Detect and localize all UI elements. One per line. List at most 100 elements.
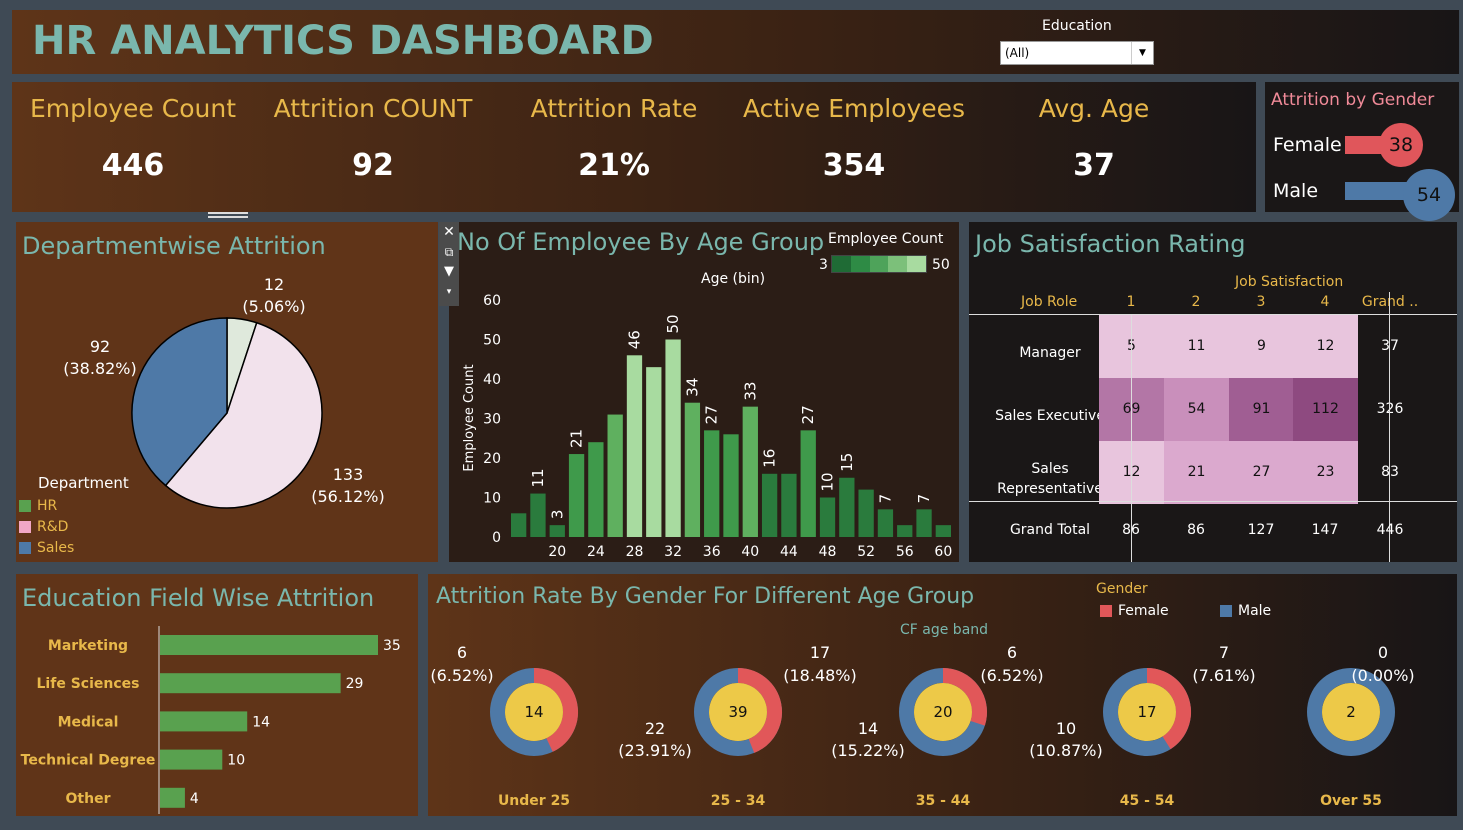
education-bar[interactable] [160,635,378,655]
column-header: 1 [1126,294,1136,310]
age-bar[interactable] [742,406,758,537]
kpi-label: Active Employees [742,94,966,123]
heatmap-cell[interactable]: 112 [1293,378,1358,441]
heatmap-cell[interactable]: 11 [1164,315,1229,378]
heatmap-cell[interactable]: 21 [1164,441,1229,504]
x-tick: 60 [934,544,952,560]
category-label: Life Sciences [37,676,140,692]
dropdown-icon[interactable]: ▾ [439,282,459,302]
kpi-label: Employee Count [29,94,236,123]
x-tick: 56 [896,544,914,560]
bar-data-label: 34 [683,378,701,397]
bar-data-label: 21 [568,429,586,448]
x-tick: 28 [626,544,644,560]
age-bar[interactable] [839,477,855,537]
legend-label: HR [37,498,58,514]
age-bar[interactable] [665,339,681,538]
y-axis-title: Employee Count [462,364,477,471]
age-bar[interactable] [877,509,894,537]
female-pct-label: (6.52%) [980,666,1043,685]
close-icon[interactable]: ✕ [439,222,459,242]
age-bar[interactable] [723,434,739,537]
kpi-label: Attrition Rate [530,94,698,123]
legend-label: R&D [37,519,69,535]
female-pct-label: (6.52%) [430,666,493,685]
department-legend-title: Department [38,474,129,492]
male-count-label: 22 [645,719,665,738]
age-bar[interactable] [511,513,527,537]
heatmap-cell[interactable]: 27 [1229,441,1294,504]
gender-attrition-panel: Attrition by Gender Female 38 Male 54 [1265,82,1459,221]
chevron-down-icon[interactable]: ▼ [1131,42,1153,64]
page-title: HR ANALYTICS DASHBOARD [32,18,654,64]
gender-label: Male [1273,180,1319,202]
age-bar[interactable] [684,402,701,537]
donut-total: 2 [1346,703,1356,721]
gender-attrition-title: Attrition by Gender [1271,90,1435,110]
age-bar[interactable] [897,525,913,537]
heatmap-cell[interactable]: 9 [1229,315,1294,378]
bar-data-label: 16 [761,449,779,468]
age-bar[interactable] [704,430,720,537]
resize-handle[interactable] [208,212,248,218]
bar-data-label: 35 [383,638,401,654]
x-tick: 44 [780,544,798,560]
bar-data-label: 27 [799,405,817,424]
row-total: 37 [1358,315,1422,378]
age-bar[interactable] [800,430,816,537]
female-pct-label: (18.48%) [783,666,857,685]
bar-data-label: 10 [819,472,837,491]
age-bar[interactable] [858,489,874,537]
bar-data-label: 46 [625,330,643,349]
bar-data-label: 3 [548,510,566,520]
category-label: Technical Degree [21,753,156,769]
kpi-value: 354 [822,148,886,183]
age-group-bar-chart: 0102030405060Employee Count1132146503427… [462,293,952,560]
donut-total: 14 [524,703,543,721]
heatmap-cell[interactable]: 91 [1229,378,1294,441]
education-bar[interactable] [160,787,185,808]
kpi-value: 446 [101,148,165,183]
kpi-label: Avg. Age [1038,94,1150,123]
pie-label-count: 133 [333,465,364,484]
age-bar[interactable] [607,414,623,537]
grand-total-value: 446 [1376,522,1404,538]
category-label: Medical [58,714,119,730]
x-tick: 32 [664,544,682,560]
pie-label-pct: (38.82%) [63,359,137,378]
male-pct-label: (15.22%) [831,741,905,760]
male-count-label: 10 [1056,719,1076,738]
age-bar[interactable] [819,497,836,538]
age-bar[interactable] [530,493,546,537]
popout-icon[interactable]: ⧉ [439,242,459,262]
gender-label: Female [1273,134,1342,156]
age-bar[interactable] [588,442,604,537]
heatmap-cell[interactable]: 12 [1293,315,1358,378]
age-bar[interactable] [935,525,951,537]
age-bar[interactable] [549,525,565,537]
age-bar[interactable] [916,509,932,537]
bar-data-label: 50 [664,314,682,333]
gender-bubble: 54 [1403,169,1455,221]
age-bar[interactable] [781,473,797,537]
female-pct-label: (0.00%) [1351,666,1414,685]
y-tick: 20 [483,451,501,467]
age-bar[interactable] [761,473,778,537]
grand-total-cell: 86 [1187,522,1205,538]
education-bar[interactable] [160,749,223,770]
education-bar[interactable] [160,711,248,732]
age-bar[interactable] [646,367,662,537]
education-bar[interactable] [160,673,341,694]
filter-icon[interactable]: ▼ [439,262,459,282]
heatmap-cell[interactable]: 54 [1164,378,1229,441]
kpi-value: 21% [578,148,650,183]
donut-total: 39 [728,703,747,721]
age-bar[interactable] [568,454,585,537]
legend-swatch [19,521,31,533]
age-bar[interactable] [626,355,643,537]
heatmap-cell[interactable]: 23 [1293,441,1358,504]
education-filter-value: (All) [1005,46,1030,60]
education-filter-select[interactable]: (All) ▼ [1000,41,1154,65]
job-satisfaction-title: Job Satisfaction Rating [975,230,1246,258]
job-satisfaction-panel: Job Satisfaction Rating Job Satisfaction… [969,222,1457,562]
